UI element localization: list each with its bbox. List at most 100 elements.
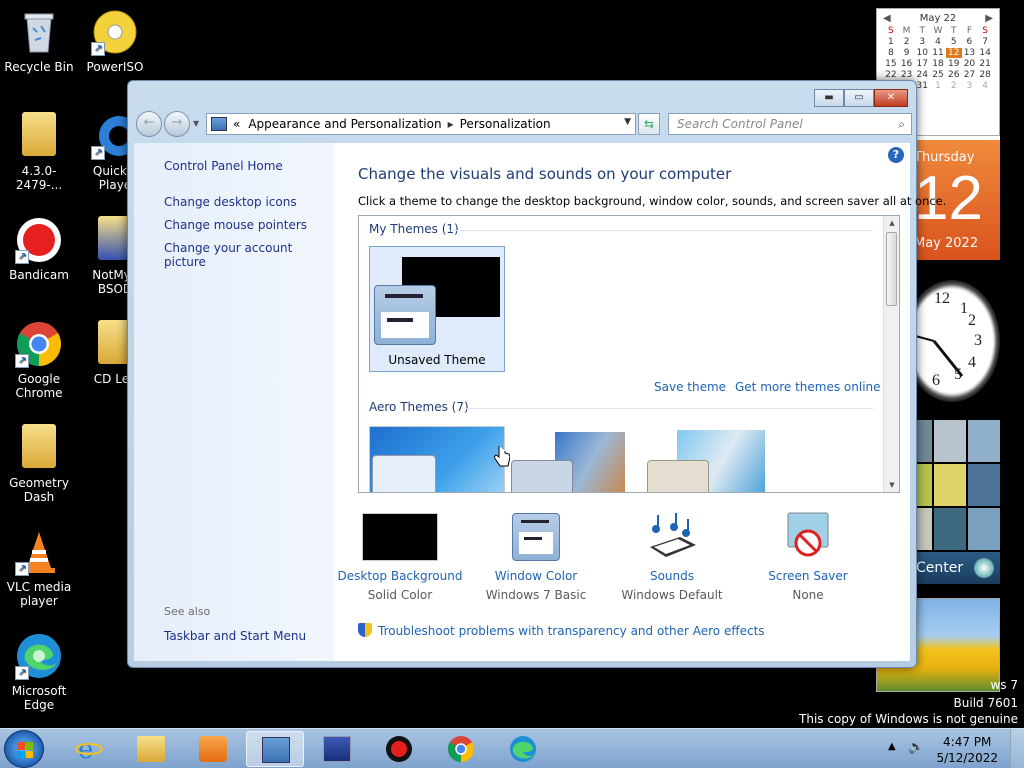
get-more-themes-link[interactable]: Get more themes online bbox=[735, 380, 881, 394]
calendar-day-cell[interactable]: 20 bbox=[962, 59, 978, 69]
close-button[interactable]: ✕ bbox=[874, 89, 908, 107]
back-button[interactable]: ← bbox=[136, 111, 162, 137]
change-mouse-pointers-link[interactable]: Change mouse pointers bbox=[164, 218, 307, 232]
taskbar-action-center[interactable] bbox=[308, 731, 366, 767]
calendar-day-cell[interactable]: 3 bbox=[962, 81, 978, 91]
calendar-day-cell[interactable]: 26 bbox=[946, 70, 962, 80]
title-bar[interactable]: ▬ ▭ ✕ bbox=[128, 81, 916, 111]
scroll-thumb[interactable] bbox=[886, 232, 897, 306]
calendar-day-cell[interactable]: 18 bbox=[930, 59, 946, 69]
desktop-icon-google-chrome[interactable]: ↗ Google Chrome bbox=[0, 320, 78, 400]
desktop-icon-geometry-dash[interactable]: Geometry Dash bbox=[0, 424, 78, 504]
calendar-day-cell[interactable]: 11 bbox=[930, 48, 946, 58]
calendar-day-cell[interactable]: 23 bbox=[899, 70, 915, 80]
scroll-down-icon[interactable]: ▼ bbox=[884, 478, 899, 492]
calendar-prev-icon[interactable]: ◀ bbox=[883, 13, 891, 24]
calendar-day-cell[interactable]: 16 bbox=[899, 59, 915, 69]
calendar-day-cell[interactable]: 6 bbox=[962, 37, 978, 47]
theme-settings-row: Desktop Background Solid Color Window Co… bbox=[334, 511, 910, 611]
window-color-link[interactable]: Window Color bbox=[466, 569, 606, 583]
calendar-day-cell[interactable]: 25 bbox=[930, 70, 946, 80]
desktop-icon-recycle-bin[interactable]: Recycle Bin bbox=[0, 8, 78, 74]
taskbar-media-player[interactable] bbox=[184, 731, 242, 767]
calendar-day-cell[interactable]: 22 bbox=[883, 70, 899, 80]
calendar-day-cell[interactable]: 4 bbox=[930, 37, 946, 47]
start-button[interactable] bbox=[4, 730, 44, 768]
desktop-icon-folder-4-3-0[interactable]: 4.3.0-2479-... bbox=[0, 112, 78, 192]
address-bar[interactable]: « Appearance and Personalization ▸ Perso… bbox=[206, 113, 636, 135]
calendar-day-cell[interactable]: 14 bbox=[977, 48, 993, 58]
calendar-day-cell[interactable]: 2 bbox=[899, 37, 915, 47]
refresh-button[interactable]: ⇆ bbox=[638, 113, 660, 135]
breadcrumb-personalization[interactable]: Personalization bbox=[460, 117, 551, 131]
search-input[interactable]: Search Control Panel ⌕ bbox=[668, 113, 912, 135]
calendar-day-cell[interactable]: 10 bbox=[914, 48, 930, 58]
calendar-day-cell[interactable]: 17 bbox=[914, 59, 930, 69]
calendar-day-cell[interactable]: 5 bbox=[946, 37, 962, 47]
window-color-setting[interactable]: Window Color Windows 7 Basic bbox=[466, 511, 606, 602]
desktop-icon-poweriso[interactable]: ↗ PowerISO bbox=[76, 8, 154, 74]
calendar-day-cell[interactable]: 2 bbox=[946, 81, 962, 91]
maximize-button[interactable]: ▭ bbox=[844, 89, 874, 107]
taskbar-microsoft-edge[interactable] bbox=[494, 731, 552, 767]
history-dropdown-icon[interactable]: ▼ bbox=[193, 119, 199, 128]
calendar-day-cell[interactable]: 1 bbox=[883, 37, 899, 47]
calendar-day-cell[interactable]: 12 bbox=[945, 48, 962, 58]
volume-icon[interactable]: 🔈 bbox=[908, 740, 924, 755]
show-desktop-button[interactable] bbox=[1010, 729, 1024, 768]
theme-list[interactable]: My Themes (1) Unsaved Theme Save theme G… bbox=[358, 215, 900, 493]
troubleshoot-aero-link[interactable]: Troubleshoot problems with transparency … bbox=[358, 623, 765, 638]
desktop-background-setting[interactable]: Desktop Background Solid Color bbox=[330, 511, 470, 602]
calendar-day-cell[interactable]: 4 bbox=[977, 81, 993, 91]
calendar-day-cell[interactable]: 7 bbox=[977, 37, 993, 47]
breadcrumb-appearance[interactable]: Appearance and Personalization bbox=[248, 117, 441, 131]
breadcrumb-separator-icon[interactable]: ▸ bbox=[448, 117, 454, 131]
calendar-day-cell[interactable]: 24 bbox=[914, 70, 930, 80]
calendar-day-cell[interactable]: 27 bbox=[962, 70, 978, 80]
calendar-day-cell[interactable]: 28 bbox=[977, 70, 993, 80]
taskbar-google-chrome[interactable] bbox=[432, 731, 490, 767]
calendar-day-cell[interactable]: 19 bbox=[946, 59, 962, 69]
show-hidden-icons-icon[interactable]: ▲ bbox=[888, 741, 896, 752]
taskbar-internet-explorer[interactable]: e bbox=[60, 731, 118, 767]
help-icon[interactable]: ? bbox=[888, 147, 904, 163]
calendar-day-cell[interactable]: 1 bbox=[930, 81, 946, 91]
control-panel-home-link[interactable]: Control Panel Home bbox=[164, 159, 283, 173]
taskbar-control-panel[interactable] bbox=[246, 731, 304, 767]
taskbar-start-menu-link[interactable]: Taskbar and Start Menu bbox=[164, 629, 306, 643]
characters-theme-tile[interactable] bbox=[647, 426, 767, 492]
clock-gadget[interactable]: 12 1 2 3 4 5 6 bbox=[904, 280, 1000, 402]
desktop-icon-microsoft-edge[interactable]: ↗ Microsoft Edge bbox=[0, 632, 78, 712]
theme-list-scrollbar[interactable]: ▲ ▼ bbox=[883, 216, 899, 492]
save-theme-link[interactable]: Save theme bbox=[654, 380, 726, 394]
sounds-link[interactable]: Sounds bbox=[602, 569, 742, 583]
calendar-day-cell[interactable]: 13 bbox=[962, 48, 978, 58]
calendar-day-cell[interactable]: 8 bbox=[883, 48, 899, 58]
screen-saver-link[interactable]: Screen Saver bbox=[738, 569, 878, 583]
architecture-theme-tile[interactable] bbox=[509, 426, 629, 492]
change-desktop-icons-link[interactable]: Change desktop icons bbox=[164, 195, 297, 209]
desktop-icon-vlc[interactable]: ↗ VLC media player bbox=[0, 528, 78, 608]
calendar-day-cell[interactable]: 3 bbox=[914, 37, 930, 47]
unsaved-theme-tile[interactable]: Unsaved Theme bbox=[369, 246, 505, 372]
windows-7-theme-tile[interactable] bbox=[369, 426, 505, 492]
scroll-up-icon[interactable]: ▲ bbox=[884, 216, 899, 230]
forward-button[interactable]: → bbox=[164, 111, 190, 137]
personalization-window[interactable]: ▬ ▭ ✕ ← → ▼ « Appearance and Personaliza… bbox=[127, 80, 946, 668]
taskbar-file-explorer[interactable] bbox=[122, 731, 180, 767]
calendar-next-icon[interactable]: ▶ bbox=[985, 13, 993, 24]
sounds-setting[interactable]: Sounds Windows Default bbox=[602, 511, 742, 602]
desktop-icon-bandicam[interactable]: ↗ Bandicam bbox=[0, 216, 78, 282]
taskbar-bandicam[interactable] bbox=[370, 731, 428, 767]
calendar-day-cell[interactable]: 21 bbox=[977, 59, 993, 69]
change-account-picture-link[interactable]: Change your account picture bbox=[164, 241, 334, 269]
address-dropdown-icon[interactable]: ▼ bbox=[624, 117, 631, 127]
address-chevron[interactable]: « bbox=[233, 117, 240, 131]
calendar-day-cell[interactable]: 9 bbox=[899, 48, 915, 58]
clock[interactable]: 4:47 PM 5/12/2022 bbox=[936, 734, 998, 766]
search-icon[interactable]: ⌕ bbox=[898, 114, 905, 134]
calendar-day-cell[interactable]: 15 bbox=[883, 59, 899, 69]
minimize-button[interactable]: ▬ bbox=[814, 89, 844, 107]
screen-saver-setting[interactable]: Screen Saver None bbox=[738, 511, 878, 602]
desktop-background-link[interactable]: Desktop Background bbox=[330, 569, 470, 583]
